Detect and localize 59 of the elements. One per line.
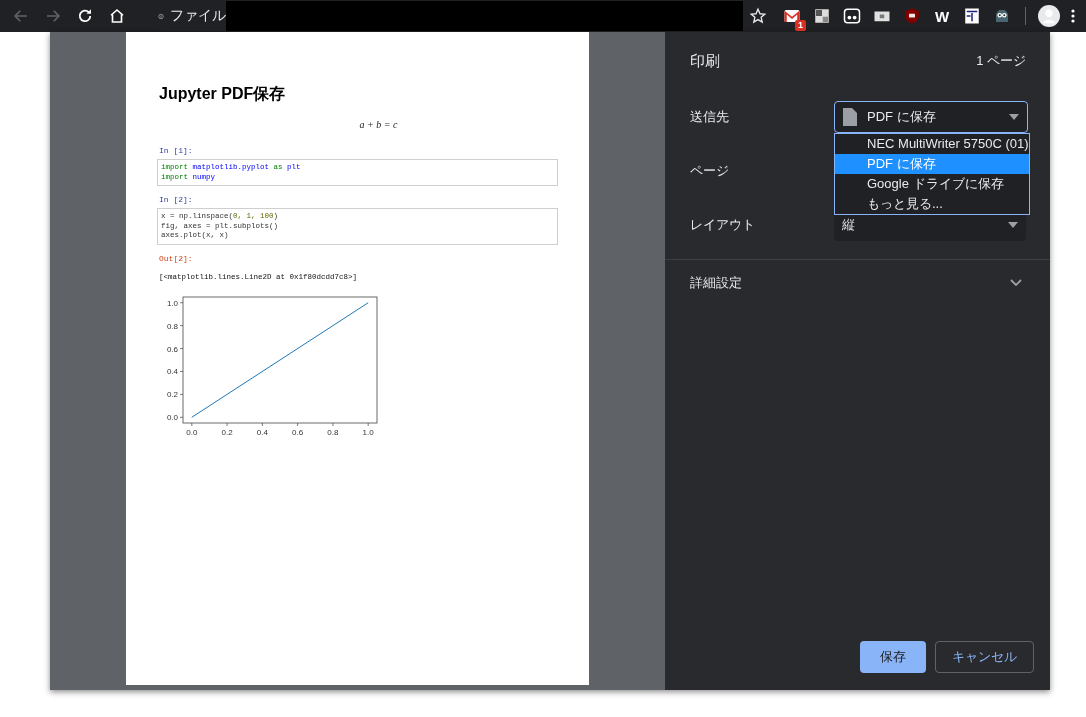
x-tick-label: 0.0 [186,427,198,437]
bookmark-star-icon[interactable] [749,7,767,25]
more-settings-toggle[interactable]: 詳細設定 [690,260,1026,306]
y-tick-label: 0.4 [166,366,179,376]
x-tick: 1.0 [362,422,374,437]
x-tick: 0.0 [186,422,198,437]
setting-label: ページ [690,162,729,180]
y-tick-label: 0.6 [166,344,179,354]
dropdown-option[interactable]: NEC MultiWriter 5750C (01) [835,134,1029,154]
x-tick-label: 1.0 [362,427,375,437]
x-tick: 0.4 [256,422,268,437]
setting-label: レイアウト [690,216,755,234]
y-tick-label: 0.0 [166,412,179,422]
forward-arrow-icon [44,7,62,25]
setting-label: 詳細設定 [690,274,742,292]
destination-select[interactable]: PDF に保存 [834,101,1028,133]
owl-icon[interactable] [993,7,1011,25]
x-tick-label: 0.4 [256,427,269,437]
input-prompt: In [1]: [159,146,194,155]
x-tick: 0.2 [221,422,233,437]
extension-button[interactable]: W [933,7,951,25]
y-tick: 0.8 [166,321,184,331]
home-icon [108,7,126,25]
caret-icon [1008,222,1018,228]
x-tick-label: 0.6 [292,427,304,437]
grid-icon[interactable] [813,7,831,25]
file-icon [843,108,857,126]
shield-icon[interactable] [903,7,921,25]
y-tick-label: 0.2 [166,389,179,399]
dialog-title: 印刷 [690,51,720,71]
x-tick: 0.8 [327,422,339,437]
profile-avatar[interactable] [1038,5,1060,27]
caret-icon [1009,114,1019,120]
back-arrow-icon [12,7,30,25]
math-formula: a + b = c [358,119,399,130]
save-button[interactable]: 保存 [860,641,926,673]
note-icon[interactable] [963,7,981,25]
output-prompt: Out[2]: [159,253,194,263]
notification-badge: 1 [795,20,806,31]
glasses-icon[interactable] [843,7,861,25]
y-tick: 0.6 [166,344,184,354]
setting-label: 送信先 [690,108,729,126]
y-tick-label: 0.8 [166,321,179,331]
document-title: Jupyter PDF保存 [159,84,287,104]
x-tick-label: 0.2 [221,427,234,437]
y-tick: 1.0 [166,298,184,308]
y-tick: 0.2 [166,389,184,399]
input-prompt: In [2]: [159,195,194,204]
site-info-label: ファイル [170,7,226,25]
x-tick-label: 0.8 [327,427,340,437]
y-tick-label: 1.0 [166,298,179,308]
menu-icon[interactable] [1070,8,1076,24]
y-tick: 0.4 [166,366,184,376]
dropdown-option[interactable]: Google ドライブに保存 [835,174,1029,194]
page-count: 1 ページ [976,52,1026,70]
x-tick: 0.6 [292,422,304,437]
y-tick: 0.0 [166,412,184,422]
cancel-button[interactable]: キャンセル [935,641,1034,673]
reload-icon [76,7,94,25]
